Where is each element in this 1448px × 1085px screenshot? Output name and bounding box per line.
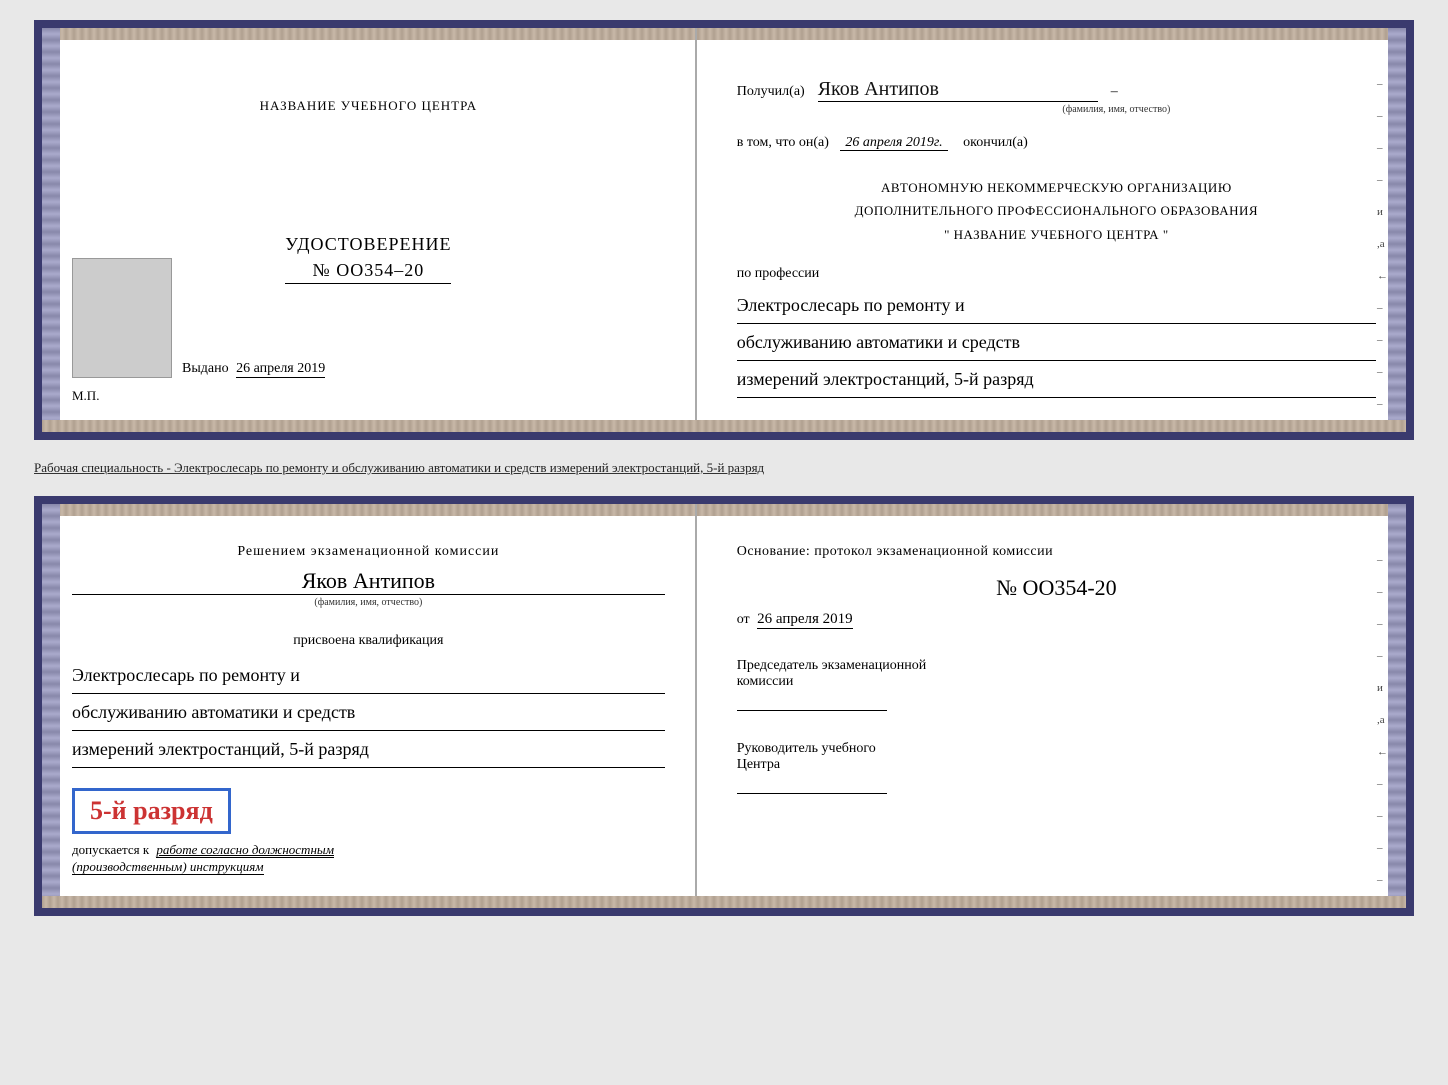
dopuskaetsya-italic2: (производственным) инструкциям [72, 859, 264, 875]
right-decorative-strip-bottom [1388, 504, 1406, 908]
okonchil-label: окончил(а) [963, 135, 1028, 150]
vydano-block: Выдано 26 апреля 2019 [182, 361, 325, 377]
certificate-number: № ОО354–20 [285, 260, 451, 284]
qual-line1: Электрослесарь по ремонту и [72, 657, 665, 694]
document-container: НАЗВАНИЕ УЧЕБНОГО ЦЕНТРА УДОСТОВЕРЕНИЕ №… [34, 20, 1414, 916]
rank-box-container: 5-й разряд [72, 778, 665, 834]
prof-line1: Электрослесарь по ремонту и [737, 287, 1376, 324]
predsedatel-line1: Председатель экзаменационной [737, 658, 1376, 674]
prof-line2: обслуживанию автоматики и средств [737, 324, 1376, 361]
resheniem-line: Решением экзаменационной комиссии [72, 544, 665, 560]
avto-line3: " НАЗВАНИЕ УЧЕБНОГО ЦЕНТРА " [737, 223, 1376, 246]
dopuskaetsya-italic1: работе согласно должностным [156, 842, 334, 858]
rukovoditel-block: Руководитель учебного Центра [737, 741, 1376, 794]
bottom-left-page: Решением экзаменационной комиссии Яков А… [42, 504, 697, 908]
rukovoditel-line1: Руководитель учебного [737, 741, 1376, 757]
mp-label: М.П. [72, 388, 99, 404]
ot-line: от 26 апреля 2019 [737, 611, 1376, 628]
top-right-page: Получил(а) Яков Антипов – (фамилия, имя,… [697, 28, 1406, 432]
udostoverenie-label: УДОСТОВЕРЕНИЕ [285, 234, 451, 255]
predsedatel-line2: комиссии [737, 674, 1376, 690]
bottom-document: Решением экзаменационной комиссии Яков А… [34, 496, 1414, 916]
rukovoditel-line2: Центра [737, 757, 1376, 773]
avto-line2: ДОПОЛНИТЕЛЬНОГО ПРОФЕССИОНАЛЬНОГО ОБРАЗО… [737, 199, 1376, 222]
recipient-fio: Яков Антипов [818, 78, 1098, 102]
bottom-right-side-marks: – – – – и ,а ← – – – – [1377, 554, 1388, 886]
qual-line2: обслуживанию автоматики и средств [72, 694, 665, 731]
bottom-right-page: Основание: протокол экзаменационной коми… [697, 504, 1406, 908]
po-professii-label: по профессии [737, 266, 1376, 282]
top-left-page: НАЗВАНИЕ УЧЕБНОГО ЦЕНТРА УДОСТОВЕРЕНИЕ №… [42, 28, 697, 432]
top-document: НАЗВАНИЕ УЧЕБНОГО ЦЕНТРА УДОСТОВЕРЕНИЕ №… [34, 20, 1414, 440]
between-text: Рабочая специальность - Электрослесарь п… [34, 452, 1414, 484]
dopuskaetsya-line2: (производственным) инструкциям [72, 858, 665, 876]
vydano-date: 26 апреля 2019 [236, 361, 325, 378]
graduation-date: 26 апреля 2019г. [840, 135, 947, 151]
avto-line1: АВТОНОМНУЮ НЕКОММЕРЧЕСКУЮ ОРГАНИЗАЦИЮ [737, 176, 1376, 199]
ot-prefix: от [737, 612, 750, 627]
right-decorative-strip-top [1388, 28, 1406, 432]
vydano-prefix: Выдано [182, 361, 229, 376]
school-name-top: НАЗВАНИЕ УЧЕБНОГО ЦЕНТРА [260, 98, 477, 114]
bottom-fio: Яков Антипов [72, 568, 665, 595]
poluchil-line: Получил(а) Яков Антипов – [737, 78, 1376, 102]
osnovanie-text: Основание: протокол экзаменационной коми… [737, 544, 1376, 560]
bottom-fio-hint: (фамилия, имя, отчество) [72, 597, 665, 608]
rank-text: 5-й разряд [90, 796, 213, 825]
predsedatel-signature-line [737, 710, 887, 711]
rank-box: 5-й разряд [72, 788, 231, 834]
protocol-number: № ОО354-20 [737, 575, 1376, 601]
photo-placeholder [72, 258, 172, 378]
fio-hint-top: (фамилия, имя, отчество) [857, 104, 1376, 115]
rukovoditel-signature-line [737, 793, 887, 794]
prof-line3: измерений электростанций, 5-й разряд [737, 361, 1376, 398]
predsedatel-block: Председатель экзаменационной комиссии [737, 658, 1376, 711]
organization-block: АВТОНОМНУЮ НЕКОММЕРЧЕСКУЮ ОРГАНИЗАЦИЮ ДО… [737, 176, 1376, 246]
vtom-prefix: в том, что он(а) [737, 135, 829, 150]
prisvoena-line: присвоена квалификация [72, 633, 665, 649]
ot-date: 26 апреля 2019 [757, 611, 853, 629]
qualification-lines: Электрослесарь по ремонту и обслуживанию… [72, 657, 665, 768]
dopuskaetsya-prefix: допускается к [72, 842, 149, 857]
right-side-marks: – – – – и ,а ← – – – – [1377, 78, 1388, 410]
vtom-line: в том, что он(а) 26 апреля 2019г. окончи… [737, 135, 1376, 151]
poluchil-prefix: Получил(а) [737, 84, 805, 100]
profession-block: Электрослесарь по ремонту и обслуживанию… [737, 287, 1376, 398]
dopuskaetsya-line: допускается к работе согласно должностны… [72, 842, 665, 858]
qual-line3: измерений электростанций, 5-й разряд [72, 731, 665, 768]
